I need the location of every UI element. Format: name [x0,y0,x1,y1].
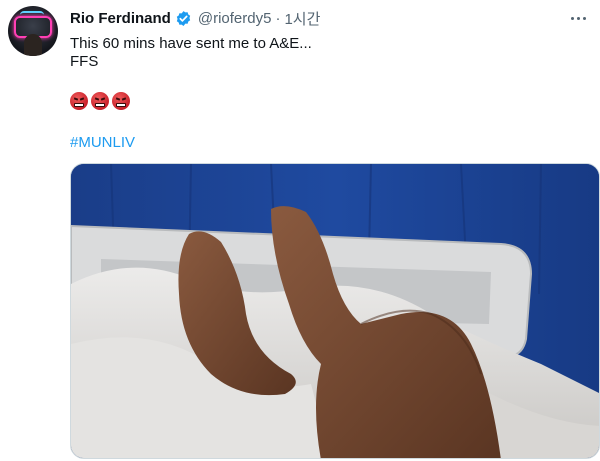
author-handle[interactable]: @rioferdy5 [198,10,272,27]
tweet-text-line-2: FFS [70,53,99,70]
more-dot [576,16,580,20]
avatar[interactable] [8,6,58,56]
more-dot [582,16,586,20]
separator-dot: · [275,9,281,27]
hashtag-link[interactable]: #MUNLIV [70,134,135,151]
angry-face-emoji [70,92,88,110]
tweet-time[interactable]: 1시간 [284,8,320,29]
tweet-text-line-1: This 60 mins have sent me to A&E... [70,35,312,52]
hospital-bed-feet-image [71,164,599,458]
tweet-header: Rio Ferdinand @rioferdy5 · 1시간 [70,8,320,28]
more-options-icon[interactable] [566,8,590,28]
tweet-photo[interactable] [70,163,600,459]
angry-face-emoji [91,92,109,110]
author-name[interactable]: Rio Ferdinand [70,10,171,27]
emoji-group [70,92,130,110]
avatar-figure [24,34,42,56]
verified-badge-icon [176,10,191,26]
angry-face-emoji [112,92,130,110]
more-dot [570,16,574,20]
